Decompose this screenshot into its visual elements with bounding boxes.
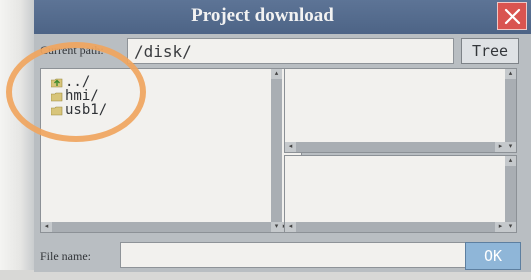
ok-button[interactable]: OK (465, 242, 521, 270)
preview-pane-top: ◂ ▸ ▴ ▾ (284, 68, 517, 153)
left-horizontal-scrollbar[interactable]: ◂ ▸ (41, 222, 290, 232)
scroll-up-button[interactable]: ▴ (271, 69, 282, 79)
scroll-left-button[interactable]: ◂ (41, 222, 52, 232)
scroll-up-button[interactable]: ▴ (505, 69, 516, 79)
close-icon (504, 8, 521, 25)
top-vertical-scrollbar[interactable]: ▴ ▾ (505, 69, 516, 152)
left-vertical-scrollbar[interactable]: ▴ ▾ (271, 69, 282, 232)
scroll-down-button[interactable]: ▾ (505, 222, 516, 232)
screen-bezel (0, 0, 34, 280)
title-bar: Project download (34, 0, 531, 34)
bottom-horizontal-scrollbar[interactable]: ◂ ▸ (285, 222, 506, 232)
bottom-vertical-scrollbar[interactable]: ▴ ▾ (505, 156, 516, 232)
scroll-up-button[interactable]: ▴ (505, 156, 516, 166)
scroll-left-button[interactable]: ◂ (285, 222, 296, 232)
scroll-left-button[interactable]: ◂ (285, 142, 296, 152)
highlight-circle-annotation (6, 42, 146, 142)
preview-pane-bottom: ◂ ▸ ▴ ▾ (284, 155, 517, 233)
top-horizontal-scrollbar[interactable]: ◂ ▸ (285, 142, 506, 152)
path-input[interactable]: /disk/ (127, 38, 454, 64)
scroll-down-button[interactable]: ▾ (271, 222, 282, 232)
close-button[interactable] (497, 2, 527, 30)
scroll-down-button[interactable]: ▾ (505, 142, 516, 152)
file-name-input[interactable] (120, 242, 482, 268)
tree-button[interactable]: Tree (461, 38, 519, 64)
dialog-title: Project download (191, 5, 334, 26)
file-name-label: File name: (40, 249, 91, 263)
